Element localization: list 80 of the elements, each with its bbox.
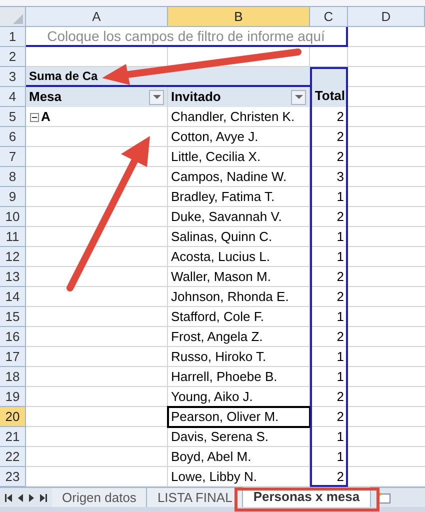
row-header[interactable]: 16 xyxy=(0,327,26,347)
table-cell-text: 1 xyxy=(336,228,345,246)
last-sheet-icon[interactable] xyxy=(40,494,47,502)
collapse-icon[interactable] xyxy=(30,112,39,122)
table-cell[interactable]: Acosta, Lucius L. xyxy=(168,247,310,267)
filter-placeholder-text: Coloque los campos de filtro de informe aquí xyxy=(47,26,325,46)
table-cell[interactable]: Young, Aiko J. xyxy=(168,387,310,407)
row-header[interactable]: 4 xyxy=(0,87,26,107)
row-header[interactable]: 1 xyxy=(0,27,26,47)
row-header[interactable]: 18 xyxy=(0,367,26,387)
group-label: A xyxy=(41,108,50,126)
row-header[interactable]: 2 xyxy=(0,47,26,67)
row-header[interactable]: 21 xyxy=(0,427,26,447)
row-header[interactable]: 6 xyxy=(0,127,26,147)
filter-dropdown-button[interactable] xyxy=(291,90,306,104)
row-header[interactable]: 3 xyxy=(0,67,26,87)
table-cell-text: 2 xyxy=(336,468,345,486)
table-cell-text: 2 xyxy=(336,268,345,286)
table-cell[interactable]: Lowe, Libby N. xyxy=(168,467,310,487)
table-cell-text: 2 xyxy=(336,148,345,166)
column-header[interactable]: B xyxy=(168,7,310,27)
table-cell-text: 1 xyxy=(336,428,345,446)
table-cell[interactable]: Chandler, Christen K. xyxy=(168,107,310,127)
row-header[interactable]: 20 xyxy=(0,407,26,427)
table-cell[interactable]: Boyd, Abel M. xyxy=(168,447,310,467)
table-cell-text: 2 xyxy=(336,128,345,146)
row-header[interactable]: 11 xyxy=(0,227,26,247)
next-sheet-icon[interactable] xyxy=(29,494,34,502)
row-header[interactable]: 23 xyxy=(0,467,26,487)
table-cell[interactable]: Russo, Hiroko T. xyxy=(168,347,310,367)
previous-sheet-icon[interactable] xyxy=(18,494,23,502)
table-cell-text: 1 xyxy=(336,348,345,366)
total-label: Total xyxy=(314,86,345,104)
row-header[interactable]: 9 xyxy=(0,187,26,207)
field-label: Invitado xyxy=(171,88,221,106)
table-cell-text: 1 xyxy=(336,308,345,326)
table-cell[interactable]: Harrell, Phoebe B. xyxy=(168,367,310,387)
table-cell-text: 1 xyxy=(336,188,345,206)
sheet-tab[interactable]: LISTA FINAL xyxy=(147,488,244,507)
table-cell-text: 2 xyxy=(336,388,345,406)
row-header[interactable]: 7 xyxy=(0,147,26,167)
table-cell[interactable]: Frost, Angela Z. xyxy=(168,327,310,347)
table-cell[interactable]: Cotton, Avye J. xyxy=(168,127,310,147)
table-cell-text: 3 xyxy=(336,168,345,186)
table-cell[interactable]: Duke, Savannah V. xyxy=(168,207,310,227)
table-cell[interactable]: Salinas, Quinn C. xyxy=(168,227,310,247)
column-header[interactable]: A xyxy=(26,7,168,27)
table-cell[interactable]: Johnson, Rhonda E. xyxy=(168,287,310,307)
table-cell-text: 2 xyxy=(336,108,345,126)
sheet-tab[interactable]: Origen datos xyxy=(52,488,148,507)
table-cell-text: 2 xyxy=(336,208,345,226)
row-header[interactable]: 19 xyxy=(0,387,26,407)
row-header[interactable]: 5 xyxy=(0,107,26,127)
first-sheet-icon[interactable] xyxy=(5,494,12,502)
row-header[interactable]: 22 xyxy=(0,447,26,467)
filter-dropdown-button[interactable] xyxy=(149,90,164,104)
table-cell[interactable]: Bradley, Fatima T. xyxy=(168,187,310,207)
table-cell[interactable]: Stafford, Cole F. xyxy=(168,307,310,327)
table-cell[interactable]: Davis, Serena S. xyxy=(168,427,310,447)
row-header[interactable]: 14 xyxy=(0,287,26,307)
table-cell-text: 1 xyxy=(336,368,345,386)
table-cell-text: 2 xyxy=(336,408,345,426)
row-header[interactable]: 8 xyxy=(0,167,26,187)
table-cell-text: 2 xyxy=(336,288,345,306)
table-cell-text: 1 xyxy=(336,448,345,466)
table-cell-text: 1 xyxy=(336,248,345,266)
field-label: Mesa xyxy=(29,88,62,106)
row-header[interactable]: 13 xyxy=(0,267,26,287)
row-header[interactable]: 15 xyxy=(0,307,26,327)
row-header[interactable]: 10 xyxy=(0,207,26,227)
table-cell[interactable]: Little, Cecilia X. xyxy=(168,147,310,167)
table-cell[interactable]: Campos, Nadine W. xyxy=(168,167,310,187)
table-cell[interactable]: Waller, Mason M. xyxy=(168,267,310,287)
column-header[interactable]: D xyxy=(348,7,425,27)
table-cell[interactable]: Pearson, Oliver M. xyxy=(168,407,310,427)
column-header[interactable]: C xyxy=(310,7,348,27)
value-field-label: Suma de Ca xyxy=(29,68,98,85)
table-cell-text: 2 xyxy=(336,328,345,346)
row-header[interactable]: 12 xyxy=(0,247,26,267)
row-header[interactable]: 17 xyxy=(0,347,26,367)
